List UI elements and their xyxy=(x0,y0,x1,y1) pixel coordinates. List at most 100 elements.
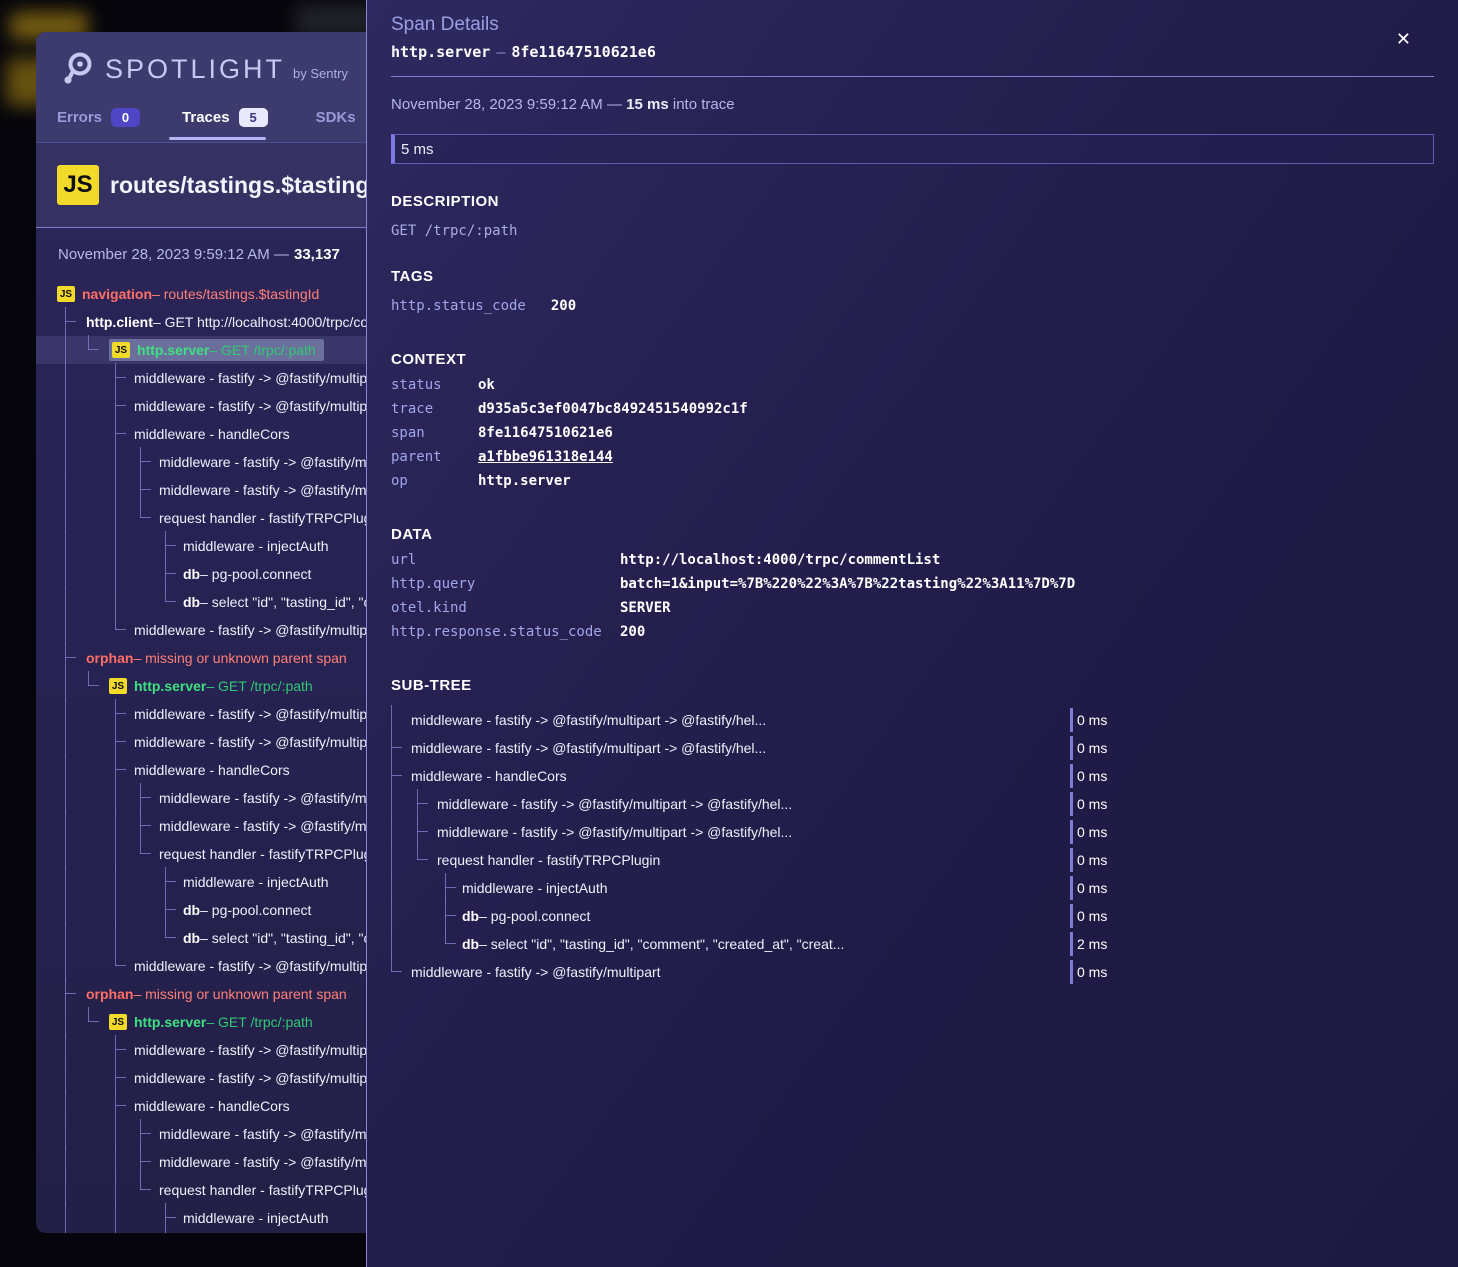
tree-guide-line xyxy=(65,559,66,589)
tree-guide-line xyxy=(88,335,89,350)
span-subtitle: http.server—8fe11647510621e6 xyxy=(391,43,1434,61)
tree-branch-tick xyxy=(417,831,428,832)
context-key: status xyxy=(391,377,478,393)
span-label: db – pg-pool.connect xyxy=(183,902,311,918)
subtree-span-row[interactable]: request handler - fastifyTRPCPlugin0 ms xyxy=(389,846,1435,874)
tree-guide-line xyxy=(65,1063,66,1093)
span-op-name: http.server xyxy=(134,678,206,694)
section-heading-context: CONTEXT xyxy=(391,351,1434,368)
span-description-text: middleware - fastify -> @fastify/multipa… xyxy=(411,712,766,728)
tab-bar: Errors0 Traces5 SDKs xyxy=(57,108,356,127)
tree-guide-line xyxy=(165,923,166,938)
tab-sdks[interactable]: SDKs xyxy=(316,109,356,126)
span-duration: 2 ms xyxy=(1070,932,1107,956)
tree-branch-tick xyxy=(115,1049,126,1050)
tree-guide-line xyxy=(115,1119,116,1149)
span-label: middleware - fastify -> @fastify/multipa… xyxy=(411,964,661,980)
data-row: otel.kindSERVER xyxy=(391,600,1434,624)
tree-guide-line xyxy=(140,1119,141,1149)
tree-branch-tick xyxy=(115,433,126,434)
tree-guide-line xyxy=(391,957,392,972)
span-label: request handler - fastifyTRPCPlugin xyxy=(437,852,660,868)
tree-branch-tick xyxy=(115,741,126,742)
tree-guide-line xyxy=(65,839,66,869)
tree-branch-tick xyxy=(417,859,428,860)
span-description-text: middleware - fastify -> @fastify/multipa… xyxy=(437,824,792,840)
tree-guide-line xyxy=(391,929,392,959)
span-op-name: db xyxy=(183,594,200,610)
span-timestamp-suffix: into trace xyxy=(673,96,735,113)
data-value: batch=1&input=%7B%220%22%3A%7B%22tasting… xyxy=(620,576,1075,592)
subtitle-separator: — xyxy=(490,43,511,61)
tree-branch-tick xyxy=(115,769,126,770)
span-duration: 0 ms xyxy=(1070,736,1107,760)
tab-traces[interactable]: Traces5 xyxy=(182,108,268,127)
span-label: middleware - fastify -> @fastify/multipa… xyxy=(437,796,792,812)
span-duration-label: 5 ms xyxy=(401,141,434,158)
close-icon[interactable]: ✕ xyxy=(1396,30,1411,48)
tree-branch-tick xyxy=(165,545,176,546)
span-description-text: middleware - fastify -> @fastify/multipa… xyxy=(134,958,384,974)
subtree-span-row[interactable]: middleware - fastify -> @fastify/multipa… xyxy=(389,818,1435,846)
span-description-text: middleware - fastify -> @fastify/multipa… xyxy=(437,796,792,812)
context-value: ok xyxy=(478,377,495,393)
tree-guide-line xyxy=(65,587,66,617)
data-key: otel.kind xyxy=(391,600,620,616)
app-byline: by Sentry xyxy=(293,66,348,81)
tab-label: SDKs xyxy=(316,109,356,126)
span-op-name: navigation xyxy=(82,286,152,302)
tree-guide-line xyxy=(65,1091,66,1121)
tree-branch-tick xyxy=(165,909,176,910)
trace-duration: 33,137 xyxy=(294,246,340,263)
tree-guide-line xyxy=(391,789,392,819)
span-op-name: db xyxy=(183,902,200,918)
tree-guide-line xyxy=(165,587,166,602)
span-duration: 0 ms xyxy=(1070,960,1107,984)
context-row: parenta1fbbe961318e144 xyxy=(391,449,1434,473)
tree-branch-tick xyxy=(165,601,176,602)
context-link-value[interactable]: a1fbbe961318e144 xyxy=(478,449,613,465)
tab-count-badge: 5 xyxy=(239,108,268,127)
panel-title: Span Details xyxy=(391,14,1434,36)
tree-guide-line xyxy=(391,705,392,735)
tree-guide-line xyxy=(115,475,116,505)
tree-branch-tick xyxy=(115,405,126,406)
span-duration: 0 ms xyxy=(1070,904,1107,928)
tree-guide-line xyxy=(65,979,66,1009)
span-duration: 0 ms xyxy=(1070,792,1107,816)
span-label: JShttp.server – GET /trpc/:path xyxy=(109,678,313,694)
tree-guide-line xyxy=(165,531,166,561)
subtree-span-row[interactable]: middleware - fastify -> @fastify/multipa… xyxy=(389,958,1435,986)
tree-branch-tick xyxy=(115,629,126,630)
span-description-text: – routes/tastings.$tastingId xyxy=(152,286,319,302)
subtree-span-row[interactable]: db – select "id", "tasting_id", "comment… xyxy=(389,930,1435,958)
tab-errors[interactable]: Errors0 xyxy=(57,108,140,127)
tree-guide-line xyxy=(115,699,116,729)
tag-row: http.status_code200 xyxy=(391,298,1434,322)
span-label: JS navigation – routes/tastings.$tastingI… xyxy=(57,286,319,302)
tree-guide-line xyxy=(115,615,116,630)
span-label: middleware - handleCors xyxy=(411,768,567,784)
tree-guide-line xyxy=(140,783,141,813)
span-op-name: db xyxy=(462,936,479,952)
tree-guide-line xyxy=(115,447,116,477)
subtree-span-row[interactable]: middleware - fastify -> @fastify/multipa… xyxy=(389,706,1435,734)
subtree-span-row[interactable]: middleware - injectAuth 0 ms xyxy=(389,874,1435,902)
tree-guide-line xyxy=(115,951,116,966)
subtree-span-row[interactable]: middleware - fastify -> @fastify/multipa… xyxy=(389,790,1435,818)
tree-branch-tick xyxy=(391,971,402,972)
js-platform-badge: JS xyxy=(57,286,75,302)
section-heading-description: DESCRIPTION xyxy=(391,193,1434,210)
tree-guide-line xyxy=(115,811,116,841)
subtree-span-row[interactable]: middleware - handleCors0 ms xyxy=(389,762,1435,790)
tree-branch-tick xyxy=(140,1189,151,1190)
span-duration: 0 ms xyxy=(1070,876,1107,900)
subtree-span-row[interactable]: db – pg-pool.connect0 ms xyxy=(389,902,1435,930)
span-label: middleware - injectAuth xyxy=(462,880,608,896)
span-offset-duration: 15 ms xyxy=(626,96,669,113)
span-description-text: – select "id", "tasting_id", "comment", … xyxy=(479,936,844,952)
tree-guide-line xyxy=(65,419,66,449)
span-duration-bar[interactable]: 5 ms xyxy=(391,134,1434,164)
subtree-span-row[interactable]: middleware - fastify -> @fastify/multipa… xyxy=(389,734,1435,762)
tree-guide-line xyxy=(140,839,141,854)
